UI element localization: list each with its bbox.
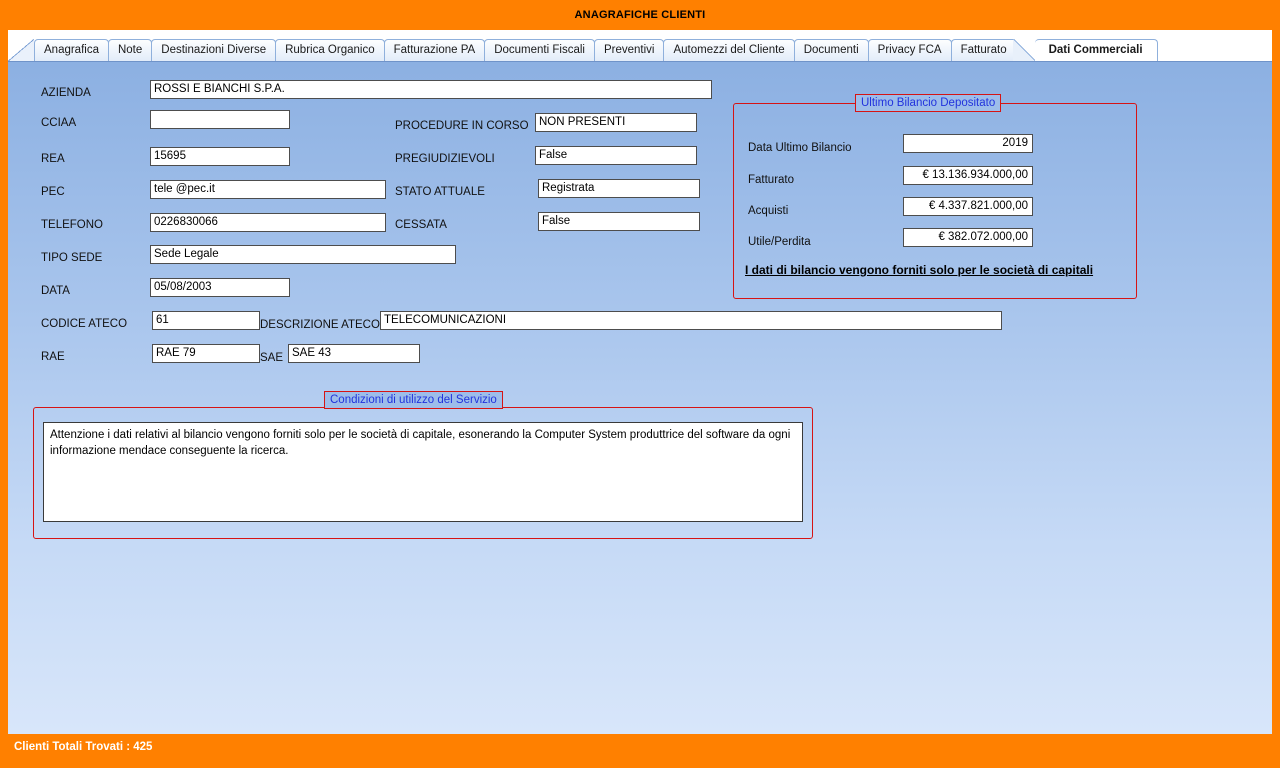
- pregiudizievoli-label: PREGIUDIZIEVOLI: [395, 153, 495, 165]
- tab-destinazioni-diverse[interactable]: Destinazioni Diverse: [151, 39, 277, 61]
- descrizione-ateco-input[interactable]: TELECOMUNICAZIONI: [380, 311, 1002, 330]
- rea-input[interactable]: 15695: [150, 147, 290, 166]
- bilancio-disclaimer-note: I dati di bilancio vengono forniti solo …: [745, 263, 1094, 277]
- tab-strip-leading-slant: [8, 39, 34, 61]
- rea-label: REA: [41, 153, 65, 165]
- tab-label: Anagrafica: [44, 44, 99, 56]
- fatturato-label: Fatturato: [748, 174, 795, 186]
- rae-label: RAE: [41, 351, 65, 363]
- tab-anagrafica[interactable]: Anagrafica: [34, 39, 109, 61]
- tipo-sede-label: TIPO SEDE: [41, 252, 103, 264]
- codice-ateco-label: CODICE ATECO: [41, 318, 128, 330]
- condizioni-textarea[interactable]: Attenzione i dati relativi al bilancio v…: [43, 422, 803, 522]
- tab-documenti-fiscali[interactable]: Documenti Fiscali: [484, 39, 595, 61]
- tab-preventivi[interactable]: Preventivi: [593, 39, 665, 61]
- tab-documenti[interactable]: Documenti: [793, 39, 869, 61]
- condizioni-group-title: Condizioni di utilizzo del Servizio: [324, 391, 503, 409]
- tab-label: Dati Commerciali: [1048, 44, 1143, 56]
- utile-perdita-label: Utile/Perdita: [748, 236, 811, 248]
- descrizione-ateco-label: DESCRIZIONE ATECO: [260, 319, 380, 331]
- telefono-input[interactable]: 0226830066: [150, 213, 386, 232]
- tab-label: Preventivi: [603, 44, 655, 56]
- pregiudizievoli-input[interactable]: False: [535, 146, 697, 165]
- application-window: ANAGRAFICHE CLIENTI Anagrafica Note Dest…: [0, 0, 1280, 768]
- data-input[interactable]: 05/08/2003: [150, 278, 290, 297]
- fatturato-input[interactable]: € 13.136.934.000,00: [903, 166, 1033, 185]
- telefono-label: TELEFONO: [41, 219, 103, 231]
- azienda-input[interactable]: ROSSI E BIANCHI S.P.A.: [150, 80, 712, 99]
- cessata-input[interactable]: False: [538, 212, 700, 231]
- azienda-label: AZIENDA: [41, 87, 91, 99]
- tab-label: Documenti Fiscali: [494, 44, 585, 56]
- data-ultimo-bilancio-input[interactable]: 2019: [903, 134, 1033, 153]
- tab-label: Privacy FCA: [877, 44, 942, 56]
- tab-label: Note: [117, 44, 143, 56]
- sae-label: SAE: [260, 352, 284, 364]
- pec-label: PEC: [41, 186, 65, 198]
- tab-privacy-fca[interactable]: Privacy FCA: [867, 39, 952, 61]
- tab-automezzi-del-cliente[interactable]: Automezzi del Cliente: [663, 39, 795, 61]
- status-bar-text: Clienti Totali Trovati : 425: [14, 741, 153, 753]
- tab-fatturato[interactable]: Fatturato: [950, 39, 1013, 61]
- codice-ateco-input[interactable]: 61: [152, 311, 260, 330]
- data-ultimo-bilancio-label: Data Ultimo Bilancio: [748, 142, 852, 154]
- tab-slant-divider: [1012, 39, 1035, 61]
- sae-input[interactable]: SAE 43: [288, 344, 420, 363]
- cciaa-input[interactable]: [150, 110, 290, 129]
- acquisti-label: Acquisti: [748, 205, 789, 217]
- tab-bar: Anagrafica Note Destinazioni Diverse Rub…: [8, 30, 1272, 61]
- rae-input[interactable]: RAE 79: [152, 344, 260, 363]
- cessata-label: CESSATA: [395, 219, 447, 231]
- tab-label: Documenti: [803, 44, 859, 56]
- pec-input[interactable]: tele @pec.it: [150, 180, 386, 199]
- tab-rubrica-organico[interactable]: Rubrica Organico: [275, 39, 385, 61]
- tab-dati-commerciali[interactable]: Dati Commerciali: [1034, 39, 1158, 61]
- data-label: DATA: [41, 285, 70, 297]
- tab-fatturazione-pa[interactable]: Fatturazione PA: [383, 39, 486, 61]
- acquisti-input[interactable]: € 4.337.821.000,00: [903, 197, 1033, 216]
- tab-label: Fatturato: [960, 44, 1007, 56]
- tab-label: Rubrica Organico: [285, 44, 375, 56]
- tipo-sede-input[interactable]: Sede Legale: [150, 245, 456, 264]
- utile-perdita-input[interactable]: € 382.072.000,00: [903, 228, 1033, 247]
- ultimo-bilancio-group-title: Ultimo Bilancio Depositato: [855, 94, 1002, 112]
- tab-label: Fatturazione PA: [393, 44, 476, 56]
- tab-panel-dati-commerciali: AZIENDA ROSSI E BIANCHI S.P.A. CCIAA REA…: [8, 61, 1272, 734]
- tab-label: Automezzi del Cliente: [673, 44, 785, 56]
- stato-attuale-label: STATO ATTUALE: [395, 186, 485, 198]
- window-title-bar: ANAGRAFICHE CLIENTI: [0, 0, 1280, 30]
- stato-attuale-input[interactable]: Registrata: [538, 179, 700, 198]
- tab-note[interactable]: Note: [107, 39, 153, 61]
- procedure-in-corso-input[interactable]: NON PRESENTI: [535, 113, 697, 132]
- status-bar: Clienti Totali Trovati : 425: [8, 734, 1272, 760]
- cciaa-label: CCIAA: [41, 117, 77, 129]
- tab-label: Destinazioni Diverse: [161, 44, 267, 56]
- procedure-in-corso-label: PROCEDURE IN CORSO: [395, 120, 529, 132]
- page-title: ANAGRAFICHE CLIENTI: [574, 9, 706, 21]
